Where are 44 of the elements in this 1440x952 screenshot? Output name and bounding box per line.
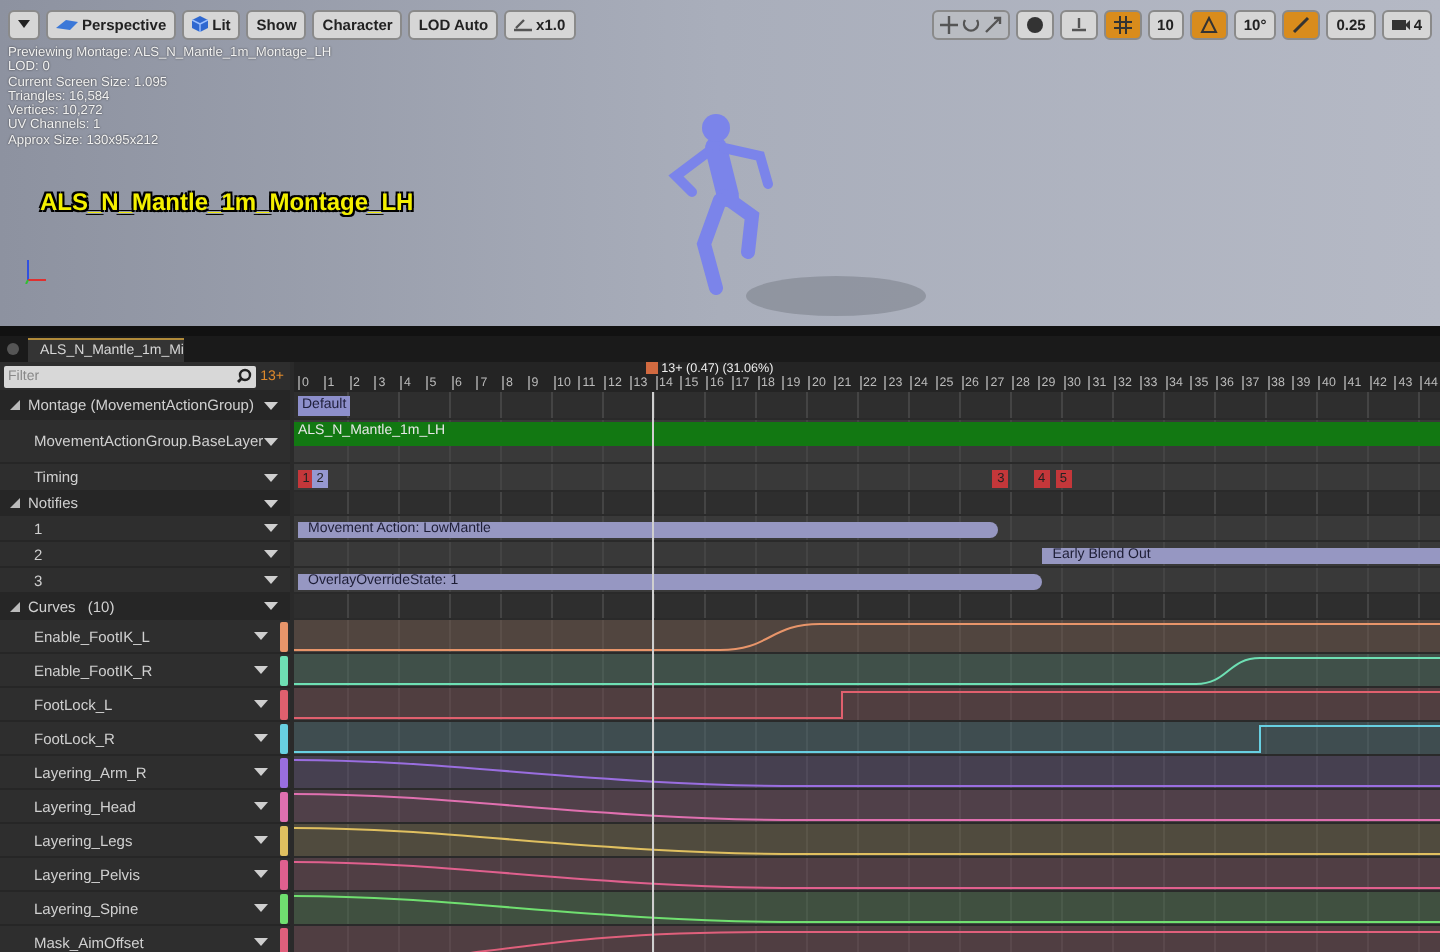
dropdown-caret-icon[interactable] (264, 499, 278, 507)
angle-icon (1199, 15, 1218, 33)
camera-view-icon (56, 17, 78, 31)
dropdown-caret-icon[interactable] (264, 524, 278, 532)
surface-snap-icon (1069, 15, 1088, 33)
grid-snap-toggle[interactable] (1103, 9, 1142, 39)
sequencer-icon (6, 342, 20, 356)
dropdown-caret-icon[interactable] (254, 768, 268, 776)
asset-title: ALS_N_Mantle_1m_Montage_LH (40, 188, 414, 217)
camera-icon (1391, 16, 1410, 32)
grid-icon (1113, 15, 1132, 33)
expanded-arrow-icon[interactable] (8, 599, 22, 613)
dropdown-caret-icon[interactable] (264, 576, 278, 584)
dropdown-caret-icon[interactable] (254, 870, 268, 878)
dropdown-caret-icon[interactable] (254, 836, 268, 844)
dropdown-caret-icon[interactable] (264, 437, 278, 445)
search-icon (236, 368, 253, 384)
axis-gizmo-icon (24, 256, 48, 285)
dropdown-caret-icon[interactable] (254, 904, 268, 912)
scale-snap-toggle[interactable] (1282, 9, 1321, 39)
dropdown-caret-icon[interactable] (254, 802, 268, 810)
expanded-arrow-icon[interactable] (8, 496, 22, 510)
dropdown-caret-icon[interactable] (254, 632, 268, 640)
surface-snap-button[interactable] (1059, 9, 1098, 39)
playhead-line[interactable] (651, 392, 654, 952)
expanded-arrow-icon[interactable] (8, 398, 22, 412)
dropdown-caret-icon[interactable] (254, 666, 268, 674)
dropdown-caret-icon[interactable] (264, 401, 278, 409)
dropdown-caret-icon[interactable] (254, 700, 268, 708)
dropdown-caret-icon[interactable] (254, 938, 268, 946)
coordinate-space-button[interactable] (1015, 9, 1054, 39)
play-speed-icon (514, 17, 533, 31)
cube-icon (192, 16, 209, 32)
move-icon[interactable] (939, 15, 958, 33)
scale-icon[interactable] (983, 15, 1002, 33)
dropdown-caret-icon[interactable] (254, 734, 268, 742)
dropdown-caret-icon[interactable] (264, 602, 278, 610)
dropdown-caret-icon[interactable] (264, 473, 278, 481)
transform-tools-group[interactable] (931, 9, 1010, 39)
rotate-icon[interactable] (961, 15, 980, 33)
dropdown-caret-icon[interactable] (264, 550, 278, 558)
caret-icon (18, 20, 30, 28)
rotation-snap-toggle[interactable] (1189, 9, 1228, 39)
viewport-options-button[interactable] (8, 9, 40, 39)
